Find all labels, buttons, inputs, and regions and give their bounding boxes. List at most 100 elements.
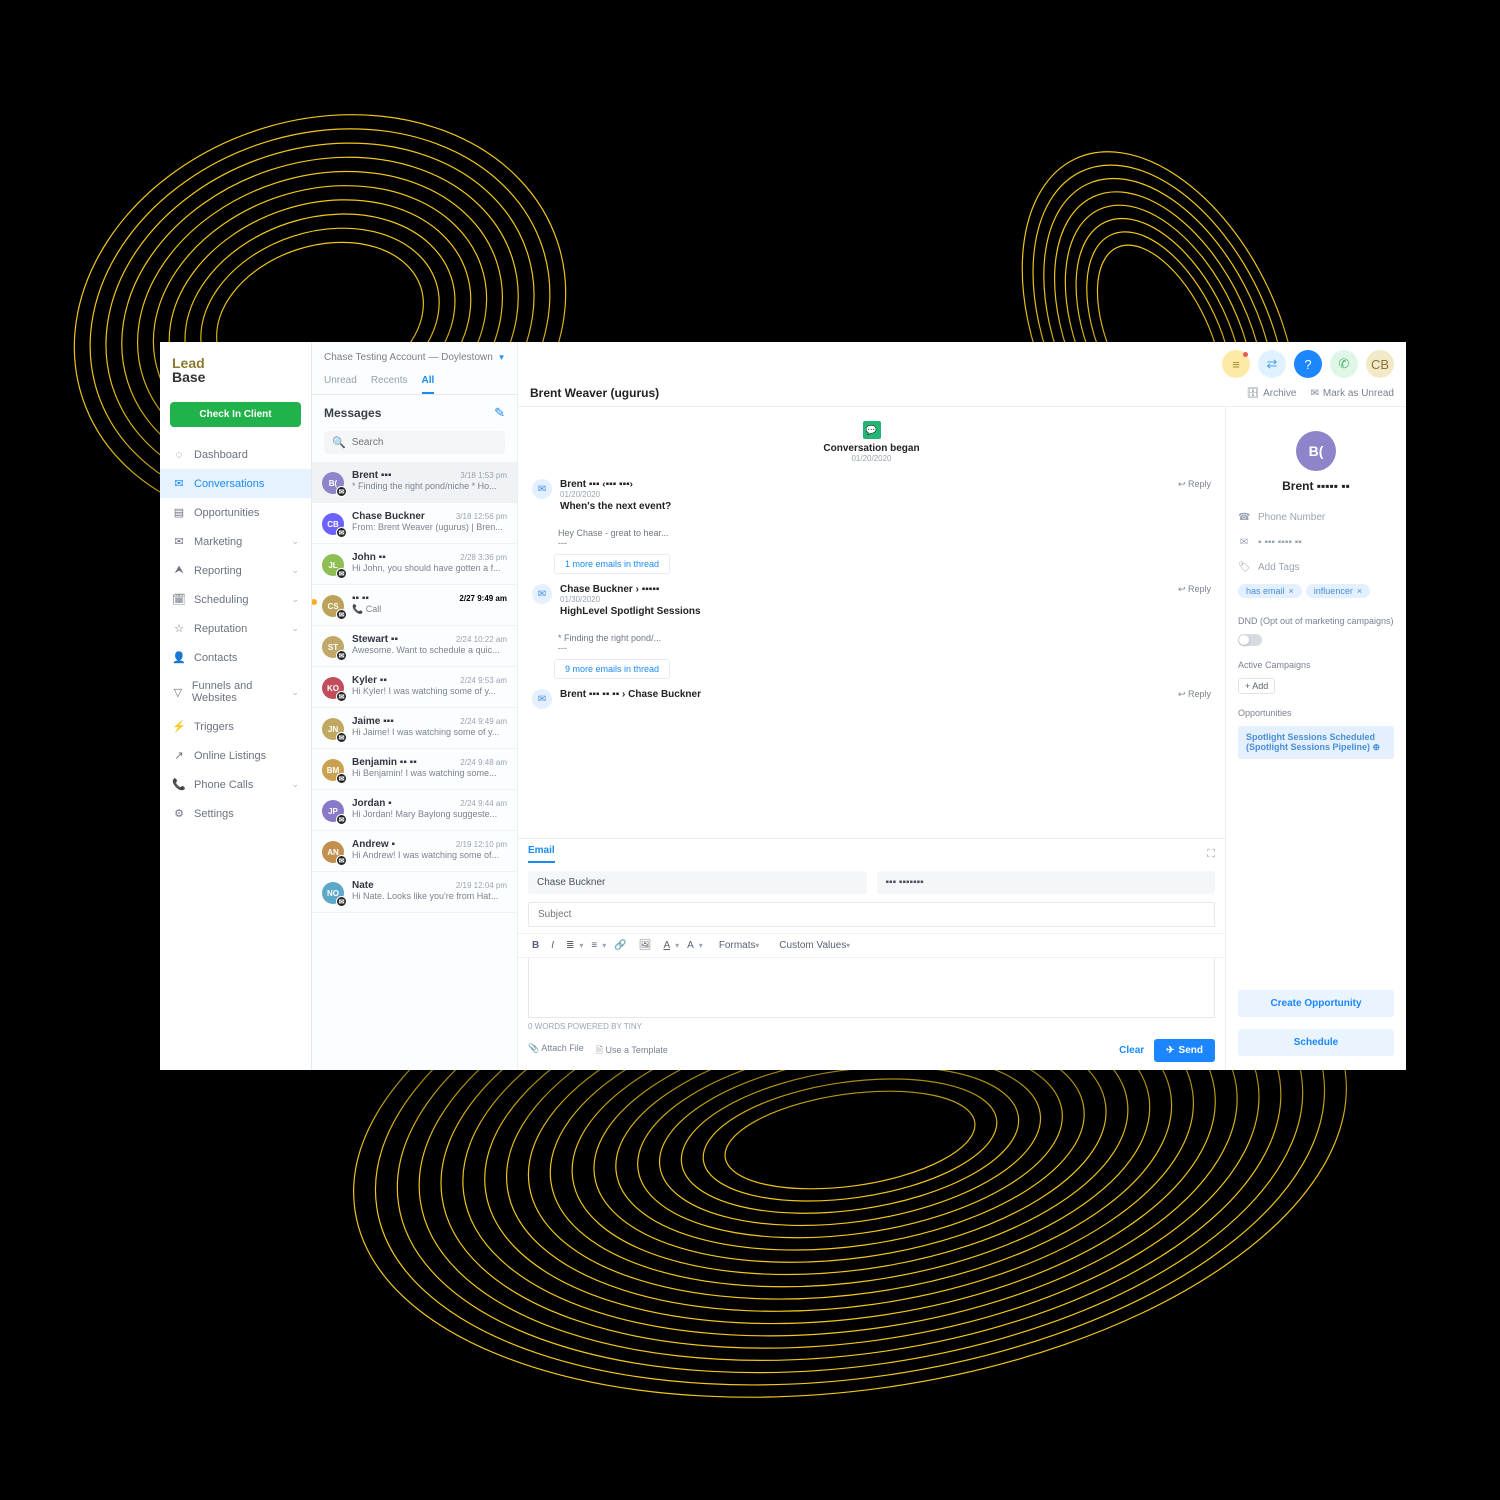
conversation-item[interactable]: AN✉Andrew ▪2/19 12:10 pmHi Andrew! I was… [312, 831, 517, 872]
textcolor-icon[interactable]: A [683, 938, 698, 953]
add-campaign-button[interactable]: + Add [1238, 678, 1275, 694]
help-icon[interactable]: ? [1294, 350, 1322, 378]
mail-icon: ✉ [532, 689, 552, 709]
chevron-down-icon: ▾ [497, 352, 504, 362]
nav-settings[interactable]: ⚙Settings [160, 799, 311, 828]
user-avatar-chip[interactable]: CB [1366, 350, 1394, 378]
conversation-item[interactable]: BM✉Benjamin ▪▪ ▪▪2/24 9:48 amHi Benjamin… [312, 749, 517, 790]
nav-funnels-and-websites[interactable]: ▽Funnels and Websites⌄ [160, 672, 311, 712]
conversation-item[interactable]: CB✉Chase Buckner3/18 12:56 pmFrom: Brent… [312, 503, 517, 544]
nav-conversations[interactable]: ✉Conversations [160, 469, 311, 498]
conversation-item[interactable]: NO✉Nate2/19 12:04 pmHi Nate. Looks like … [312, 872, 517, 913]
archive-button[interactable]: 🗄Archive [1246, 388, 1296, 399]
nav-label: Marketing [194, 536, 242, 548]
swap-icon[interactable]: ⇄ [1258, 350, 1286, 378]
send-icon: ✈ [1166, 1045, 1174, 1056]
subject-input[interactable] [528, 902, 1215, 927]
nav-triggers[interactable]: ⚡Triggers [160, 712, 311, 741]
search-input[interactable] [352, 437, 497, 448]
nav-icon: 👤 [172, 651, 186, 664]
search-field[interactable]: 🔍 [324, 431, 505, 454]
conversation-item[interactable]: B(✉Brent ▪▪▪3/18 1:53 pm* Finding the ri… [312, 462, 517, 503]
nav-contacts[interactable]: 👤Contacts [160, 643, 311, 672]
reply-button[interactable]: ↩ Reply [1178, 479, 1211, 490]
from-field[interactable]: Chase Buckner [528, 871, 867, 894]
compose-icon[interactable]: ✎ [494, 405, 505, 421]
dnd-label: DND (Opt out of marketing campaigns) [1238, 616, 1394, 626]
schedule-button[interactable]: Schedule [1238, 1029, 1394, 1056]
tab-unread[interactable]: Unread [324, 375, 357, 394]
avatar: BM✉ [322, 759, 344, 781]
formats-dropdown[interactable]: Formats ▾ [715, 938, 763, 953]
reply-button[interactable]: ↩ Reply [1178, 584, 1211, 595]
conversation-item[interactable]: ST✉Stewart ▪▪2/24 10:22 amAwesome. Want … [312, 626, 517, 667]
nav-marketing[interactable]: ✉Marketing⌄ [160, 527, 311, 556]
call-icon[interactable]: ✆ [1330, 350, 1358, 378]
nav-online-listings[interactable]: ↗Online Listings [160, 741, 311, 770]
message-item: ✉Brent ▪▪▪ ▪▪ ▪▪ › Chase Buckner↩ Reply [530, 683, 1213, 715]
contact-panel: B( Brent ▪▪▪▪▪ ▪▪ ☎Phone Number ✉▪ ▪▪▪ ▪… [1226, 407, 1406, 1070]
editor-toolbar: B I ≣▾ ≡▾ 🔗 🖼 A▾ A▾ Formats ▾ Custom Val… [518, 933, 1225, 958]
notifications-icon[interactable]: ≡ [1222, 350, 1250, 378]
create-opportunity-button[interactable]: Create Opportunity [1238, 990, 1394, 1017]
more-in-thread-link[interactable]: 9 more emails in thread [554, 659, 670, 679]
nav-label: Conversations [194, 478, 264, 490]
expand-icon[interactable]: ⛶ [1207, 848, 1215, 861]
check-in-button[interactable]: Check In Client [170, 402, 301, 427]
number-list-icon[interactable]: ≡ [587, 938, 601, 953]
nav-reputation[interactable]: ☆Reputation⌄ [160, 614, 311, 643]
italic-icon[interactable]: I [547, 938, 558, 953]
nav-scheduling[interactable]: 🗓Scheduling⌄ [160, 585, 311, 614]
nav-reporting[interactable]: ⮝Reporting⌄ [160, 556, 311, 585]
conversation-item[interactable]: KO✉Kyler ▪▪2/24 9:53 amHi Kyler! I was w… [312, 667, 517, 708]
message-subject: HighLevel Spotlight Sessions [560, 606, 1211, 617]
message-item: ✉Chase Buckner › ▪▪▪▪▪↩ Reply01/30/2020H… [530, 578, 1213, 623]
composer-tab-email[interactable]: Email [528, 845, 555, 863]
bgcolor-icon[interactable]: A [659, 938, 674, 953]
tag-pill[interactable]: influencer × [1306, 584, 1370, 598]
tab-recents[interactable]: Recents [371, 375, 408, 394]
opportunity-card[interactable]: Spotlight Sessions Scheduled (Spotlight … [1238, 726, 1394, 759]
contact-name: Brent ▪▪▪▪▪ ▪▪ [1238, 479, 1394, 493]
mark-unread-button[interactable]: ✉Mark as Unread [1310, 388, 1394, 399]
sidebar: LeadBase Check In Client ◌Dashboard✉Conv… [160, 342, 312, 1070]
conversation-item[interactable]: CS✉▪▪ ▪▪2/27 9:49 am📞 Call [312, 585, 517, 626]
account-switcher[interactable]: Chase Testing Account — Doylestown ▾ [312, 342, 517, 367]
send-button[interactable]: ✈Send [1154, 1039, 1215, 1062]
conversation-item[interactable]: JP✉Jordan ▪2/24 9:44 amHi Jordan! Mary B… [312, 790, 517, 831]
tags-field[interactable]: 🏷Add Tags [1238, 559, 1394, 576]
reply-button[interactable]: ↩ Reply [1178, 689, 1211, 700]
image-icon[interactable]: 🖼 [635, 938, 656, 953]
nav-phone-calls[interactable]: 📞Phone Calls⌄ [160, 770, 311, 799]
dnd-toggle[interactable] [1238, 634, 1262, 646]
clear-button[interactable]: Clear [1119, 1045, 1144, 1056]
avatar: CS✉ [322, 595, 344, 617]
contact-title: Brent Weaver (ugurus) [530, 386, 659, 400]
remove-tag-icon[interactable]: × [1357, 586, 1362, 596]
mail-icon: ✉ [532, 479, 552, 499]
tab-all[interactable]: All [422, 375, 435, 394]
more-in-thread-link[interactable]: 1 more emails in thread [554, 554, 670, 574]
phone-field[interactable]: ☎Phone Number [1238, 509, 1394, 526]
message-from: Brent ▪▪▪ ‹▪▪▪ ▪▪▪› [560, 479, 633, 490]
attach-button[interactable]: 📎 Attach File [528, 1043, 584, 1059]
link-icon[interactable]: 🔗 [610, 938, 630, 953]
to-field[interactable]: ▪▪▪ ▪▪▪▪▪▪▪ [877, 871, 1216, 894]
tag-pill[interactable]: has email × [1238, 584, 1302, 598]
conversation-time: 2/28 3:36 pm [460, 553, 507, 562]
template-button[interactable]: 🗎 Use a Template [596, 1043, 668, 1059]
conversation-time: 2/24 9:44 am [460, 799, 507, 808]
conversation-item[interactable]: JN✉Jaime ▪▪▪2/24 9:49 amHi Jaime! I was … [312, 708, 517, 749]
nav-opportunities[interactable]: ▤Opportunities [160, 498, 311, 527]
email-field[interactable]: ✉▪ ▪▪▪ ▪▪▪▪ ▪▪ [1238, 534, 1394, 551]
bullet-list-icon[interactable]: ≣ [562, 938, 578, 953]
avatar: JN✉ [322, 718, 344, 740]
bold-icon[interactable]: B [528, 938, 543, 953]
nav-dashboard[interactable]: ◌Dashboard [160, 441, 311, 469]
remove-tag-icon[interactable]: × [1289, 586, 1294, 596]
mail-icon: ✉ [1310, 388, 1318, 399]
chevron-down-icon: ⌄ [291, 565, 299, 576]
conversation-item[interactable]: JL✉John ▪▪2/28 3:36 pmHi John, you shoul… [312, 544, 517, 585]
custom-values-dropdown[interactable]: Custom Values ▾ [775, 938, 854, 953]
editor-body[interactable] [528, 958, 1215, 1018]
